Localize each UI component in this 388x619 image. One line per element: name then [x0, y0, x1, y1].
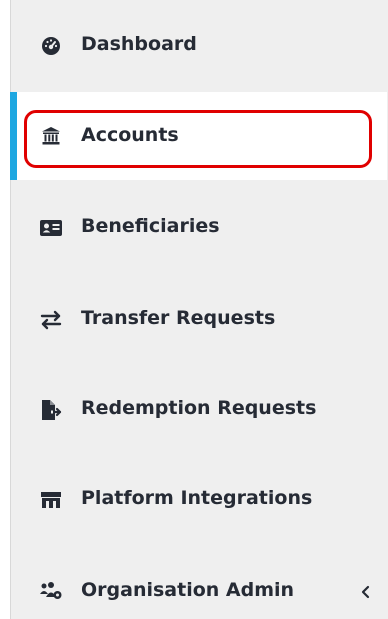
integration-icon	[38, 487, 64, 513]
selection-highlight	[24, 110, 372, 168]
sidebar-item-label: Platform Integrations	[81, 487, 313, 509]
sidebar-item-dashboard[interactable]: Dashboard	[11, 2, 387, 90]
sidebar-item-label: Transfer Requests	[81, 307, 276, 329]
sidebar-item-transfer-requests[interactable]: Transfer Requests	[11, 276, 387, 364]
sidebar-item-organisation-admin[interactable]: Organisation Admin	[11, 546, 387, 619]
active-indicator	[10, 92, 17, 180]
sidebar-item-redemption-requests[interactable]: Redemption Requests	[11, 366, 387, 454]
transfer-arrows-icon	[38, 307, 64, 333]
sidebar-item-label: Organisation Admin	[81, 579, 295, 601]
sidebar-item-platform-integrations[interactable]: Platform Integrations	[11, 456, 387, 544]
bank-icon	[38, 123, 64, 149]
sidebar-item-label: Accounts	[81, 124, 179, 146]
sidebar-item-label: Dashboard	[81, 33, 197, 55]
sidebar-item-beneficiaries[interactable]: Beneficiaries	[11, 184, 387, 272]
users-cog-icon	[38, 578, 64, 604]
chevron-left-icon[interactable]	[357, 582, 373, 602]
sidebar-item-accounts[interactable]: Accounts	[10, 92, 387, 180]
dashboard-gauge-icon	[38, 33, 64, 59]
app-frame: Dashboard Accounts Beneficiaries Transfe…	[0, 0, 388, 619]
file-export-icon	[38, 397, 64, 423]
sidebar-item-label: Redemption Requests	[81, 397, 317, 419]
id-card-icon	[38, 215, 64, 241]
sidebar-item-label: Beneficiaries	[81, 215, 220, 237]
sidebar-nav: Dashboard Accounts Beneficiaries Transfe…	[10, 0, 388, 619]
